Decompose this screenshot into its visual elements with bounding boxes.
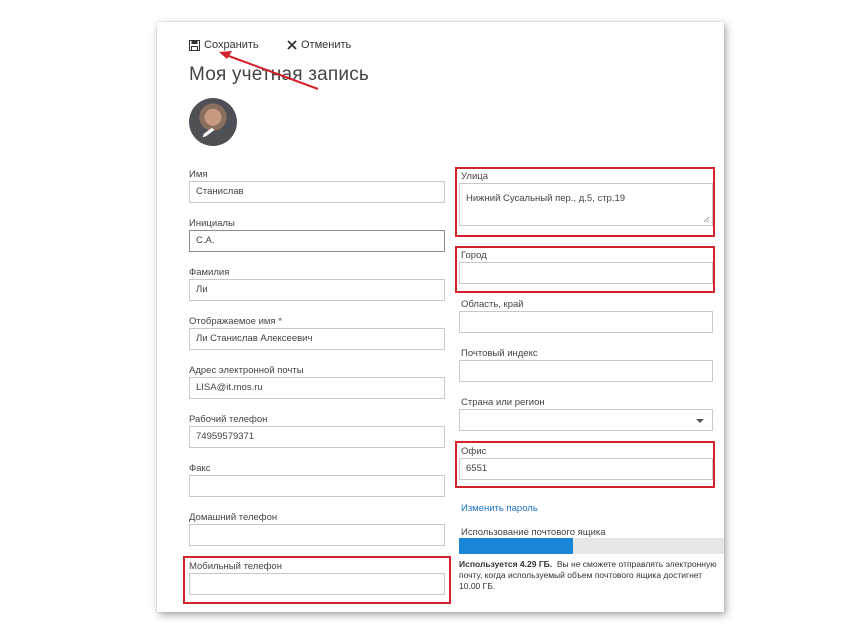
account-panel: Сохранить Отменить Моя учетная запись Им… (157, 22, 724, 612)
page-title: Моя учетная запись (189, 64, 370, 85)
resize-grip-icon[interactable] (703, 216, 710, 223)
region-input[interactable] (459, 311, 713, 333)
email-label: Адрес электронной почты (189, 365, 304, 376)
mailbox-usage-label: Использование почтового ящика (461, 527, 606, 538)
region-label: Область, край (461, 299, 524, 310)
postal-code-label: Почтовый индекс (461, 348, 538, 359)
home-phone-input[interactable] (189, 524, 445, 546)
office-label: Офис (461, 446, 487, 457)
close-icon (287, 40, 297, 50)
last-name-input[interactable]: Ли (189, 279, 445, 301)
work-phone-label: Рабочий телефон (189, 414, 268, 425)
mailbox-used-text: Используется 4.29 ГБ. (459, 559, 553, 569)
mailbox-usage-bar (459, 538, 724, 554)
chevron-down-icon (696, 419, 704, 423)
city-input[interactable] (459, 262, 713, 284)
initials-input[interactable]: С.А. (189, 230, 445, 252)
postal-code-input[interactable] (459, 360, 713, 382)
save-button[interactable]: Сохранить (189, 39, 259, 51)
change-password-link[interactable]: Изменить пароль (461, 503, 538, 514)
save-label: Сохранить (204, 39, 259, 51)
cancel-label: Отменить (301, 39, 352, 51)
email-input[interactable]: LISA@it.mos.ru (189, 377, 445, 399)
first-name-input[interactable]: Станислав (189, 181, 445, 203)
display-name-input[interactable]: Ли Станислав Алексеевич (189, 328, 445, 350)
cancel-button[interactable]: Отменить (287, 39, 351, 51)
display-name-label: Отображаемое имя * (189, 316, 282, 327)
initials-label: Инициалы (189, 218, 235, 229)
office-input[interactable]: 6551 (459, 458, 713, 480)
street-value: Нижний Сусальный пер., д.5, стр.19 (466, 193, 626, 204)
fax-label: Факс (189, 463, 211, 474)
street-textarea[interactable]: Нижний Сусальный пер., д.5, стр.19 (459, 183, 713, 226)
avatar[interactable] (189, 98, 237, 146)
country-select[interactable] (459, 409, 713, 431)
floppy-disk-icon (189, 39, 200, 51)
edit-pencil-icon[interactable] (201, 127, 217, 139)
home-phone-label: Домашний телефон (189, 512, 278, 523)
country-label: Страна или регион (461, 397, 545, 408)
last-name-label: Фамилия (189, 267, 230, 278)
first-name-label: Имя (189, 169, 208, 180)
mailbox-usage-text: Используется 4.29 ГБ. Вы не сможете отпр… (459, 559, 717, 592)
mobile-phone-label: Мобильный телефон (189, 561, 282, 572)
city-label: Город (461, 250, 487, 261)
mobile-phone-input[interactable] (189, 573, 445, 595)
work-phone-input[interactable]: 74959579371 (189, 426, 445, 448)
street-label: Улица (461, 171, 488, 182)
mailbox-usage-fill (459, 538, 573, 554)
fax-input[interactable] (189, 475, 445, 497)
